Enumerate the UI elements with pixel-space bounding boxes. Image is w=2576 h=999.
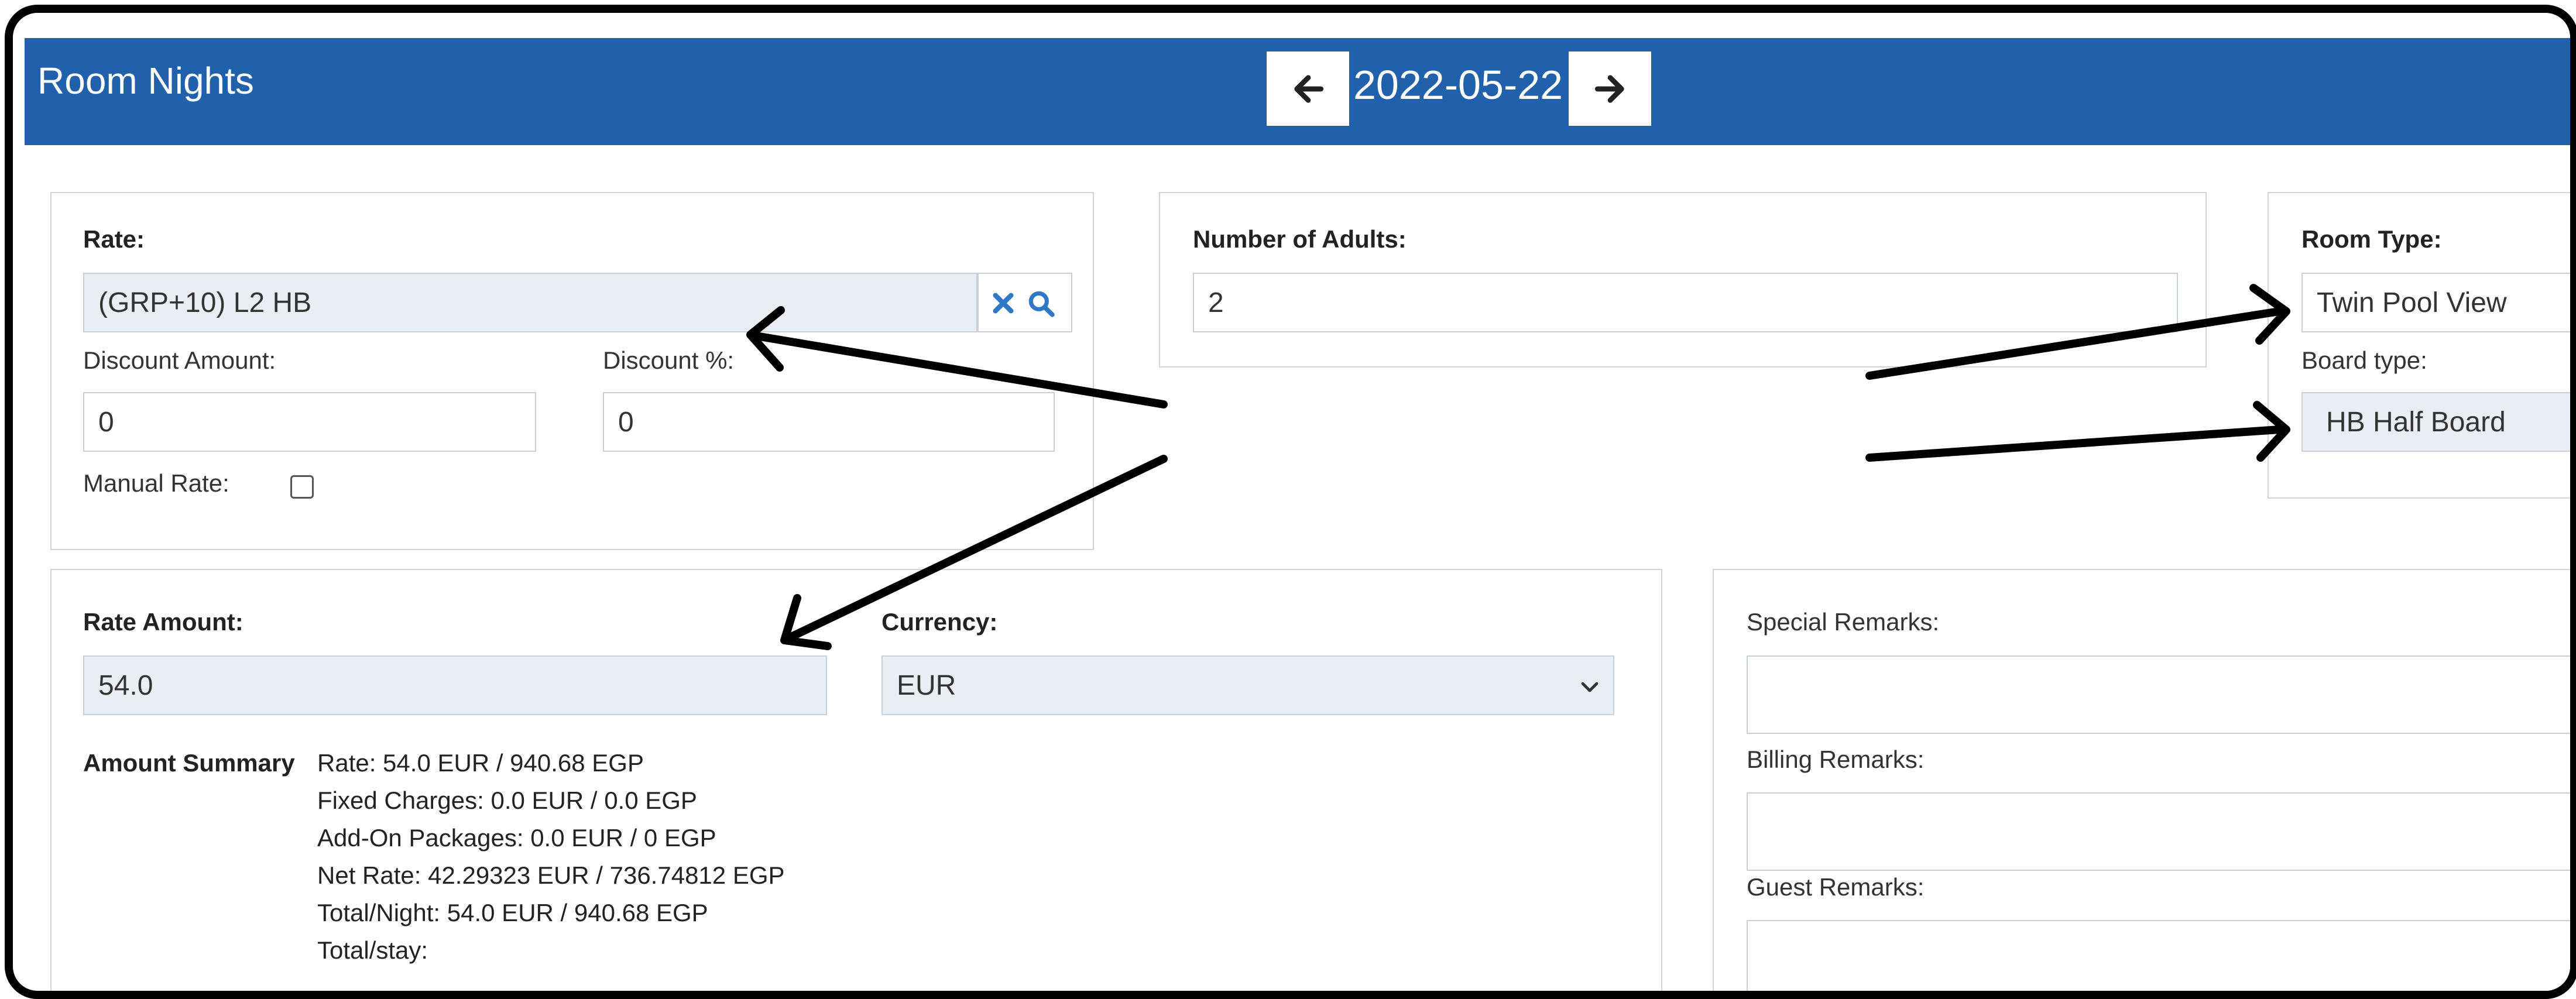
- manual-rate-label: Manual Rate:: [83, 469, 229, 497]
- special-remarks-input[interactable]: [1747, 655, 2570, 734]
- amount-panel: [50, 569, 1662, 991]
- room-type-label: Room Type:: [2301, 225, 2442, 253]
- currency-label: Currency:: [881, 608, 998, 636]
- arrow-left-icon: [1294, 74, 1323, 103]
- adults-label: Number of Adults:: [1193, 225, 1407, 253]
- summary-fixed-charges: Fixed Charges: 0.0 EUR / 0.0 EGP: [317, 787, 697, 814]
- discount-percent-label: Discount %:: [603, 346, 735, 374]
- screenshot-frame: Room Nights 2022-05-22 Rate: (GRP+10) L2…: [5, 5, 2576, 999]
- next-date-button[interactable]: [1569, 52, 1651, 126]
- rate-field[interactable]: (GRP+10) L2 HB: [83, 273, 977, 332]
- board-type-select[interactable]: HB Half Board: [2301, 392, 2570, 452]
- discount-percent-input[interactable]: 0: [603, 392, 1055, 452]
- amount-summary-label: Amount Summary: [83, 749, 295, 777]
- header-bar: Room Nights 2022-05-22: [25, 38, 2570, 145]
- adults-input[interactable]: 2: [1193, 273, 2178, 332]
- summary-total-stay: Total/stay:: [317, 936, 428, 964]
- guest-remarks-input[interactable]: [1747, 920, 2570, 991]
- search-icon[interactable]: [1027, 289, 1056, 318]
- manual-rate-checkbox[interactable]: [290, 475, 314, 499]
- current-date: 2022-05-22: [1353, 62, 1563, 108]
- currency-select[interactable]: EUR: [881, 655, 1614, 715]
- previous-date-button[interactable]: [1267, 52, 1349, 126]
- rate-amount-label: Rate Amount:: [83, 608, 243, 636]
- room-type-input[interactable]: Twin Pool View: [2301, 273, 2570, 332]
- chevron-down-icon: [1581, 682, 1599, 692]
- board-type-label: Board type:: [2301, 346, 2427, 374]
- summary-net-rate: Net Rate: 42.29323 EUR / 736.74812 EGP: [317, 861, 785, 889]
- annotation-arrow-board-type: [1865, 425, 2283, 462]
- rate-amount-input[interactable]: 54.0: [83, 655, 827, 715]
- currency-value: EUR: [897, 670, 956, 701]
- page-title: Room Nights: [37, 60, 254, 102]
- summary-total-night: Total/Night: 54.0 EUR / 940.68 EGP: [317, 899, 708, 926]
- special-remarks-label: Special Remarks:: [1747, 608, 1940, 636]
- arrow-right-icon: [1594, 74, 1624, 103]
- close-icon[interactable]: [992, 291, 1015, 315]
- discount-amount-label: Discount Amount:: [83, 346, 276, 374]
- summary-add-on-packages: Add-On Packages: 0.0 EUR / 0 EGP: [317, 824, 716, 852]
- billing-remarks-label: Billing Remarks:: [1747, 746, 1925, 773]
- billing-remarks-input[interactable]: [1747, 792, 2570, 871]
- summary-rate: Rate: 54.0 EUR / 940.68 EGP: [317, 749, 644, 777]
- guest-remarks-label: Guest Remarks:: [1747, 873, 1925, 901]
- rate-actions: [977, 273, 1072, 332]
- rate-label: Rate:: [83, 225, 145, 253]
- discount-amount-input[interactable]: 0: [83, 392, 536, 452]
